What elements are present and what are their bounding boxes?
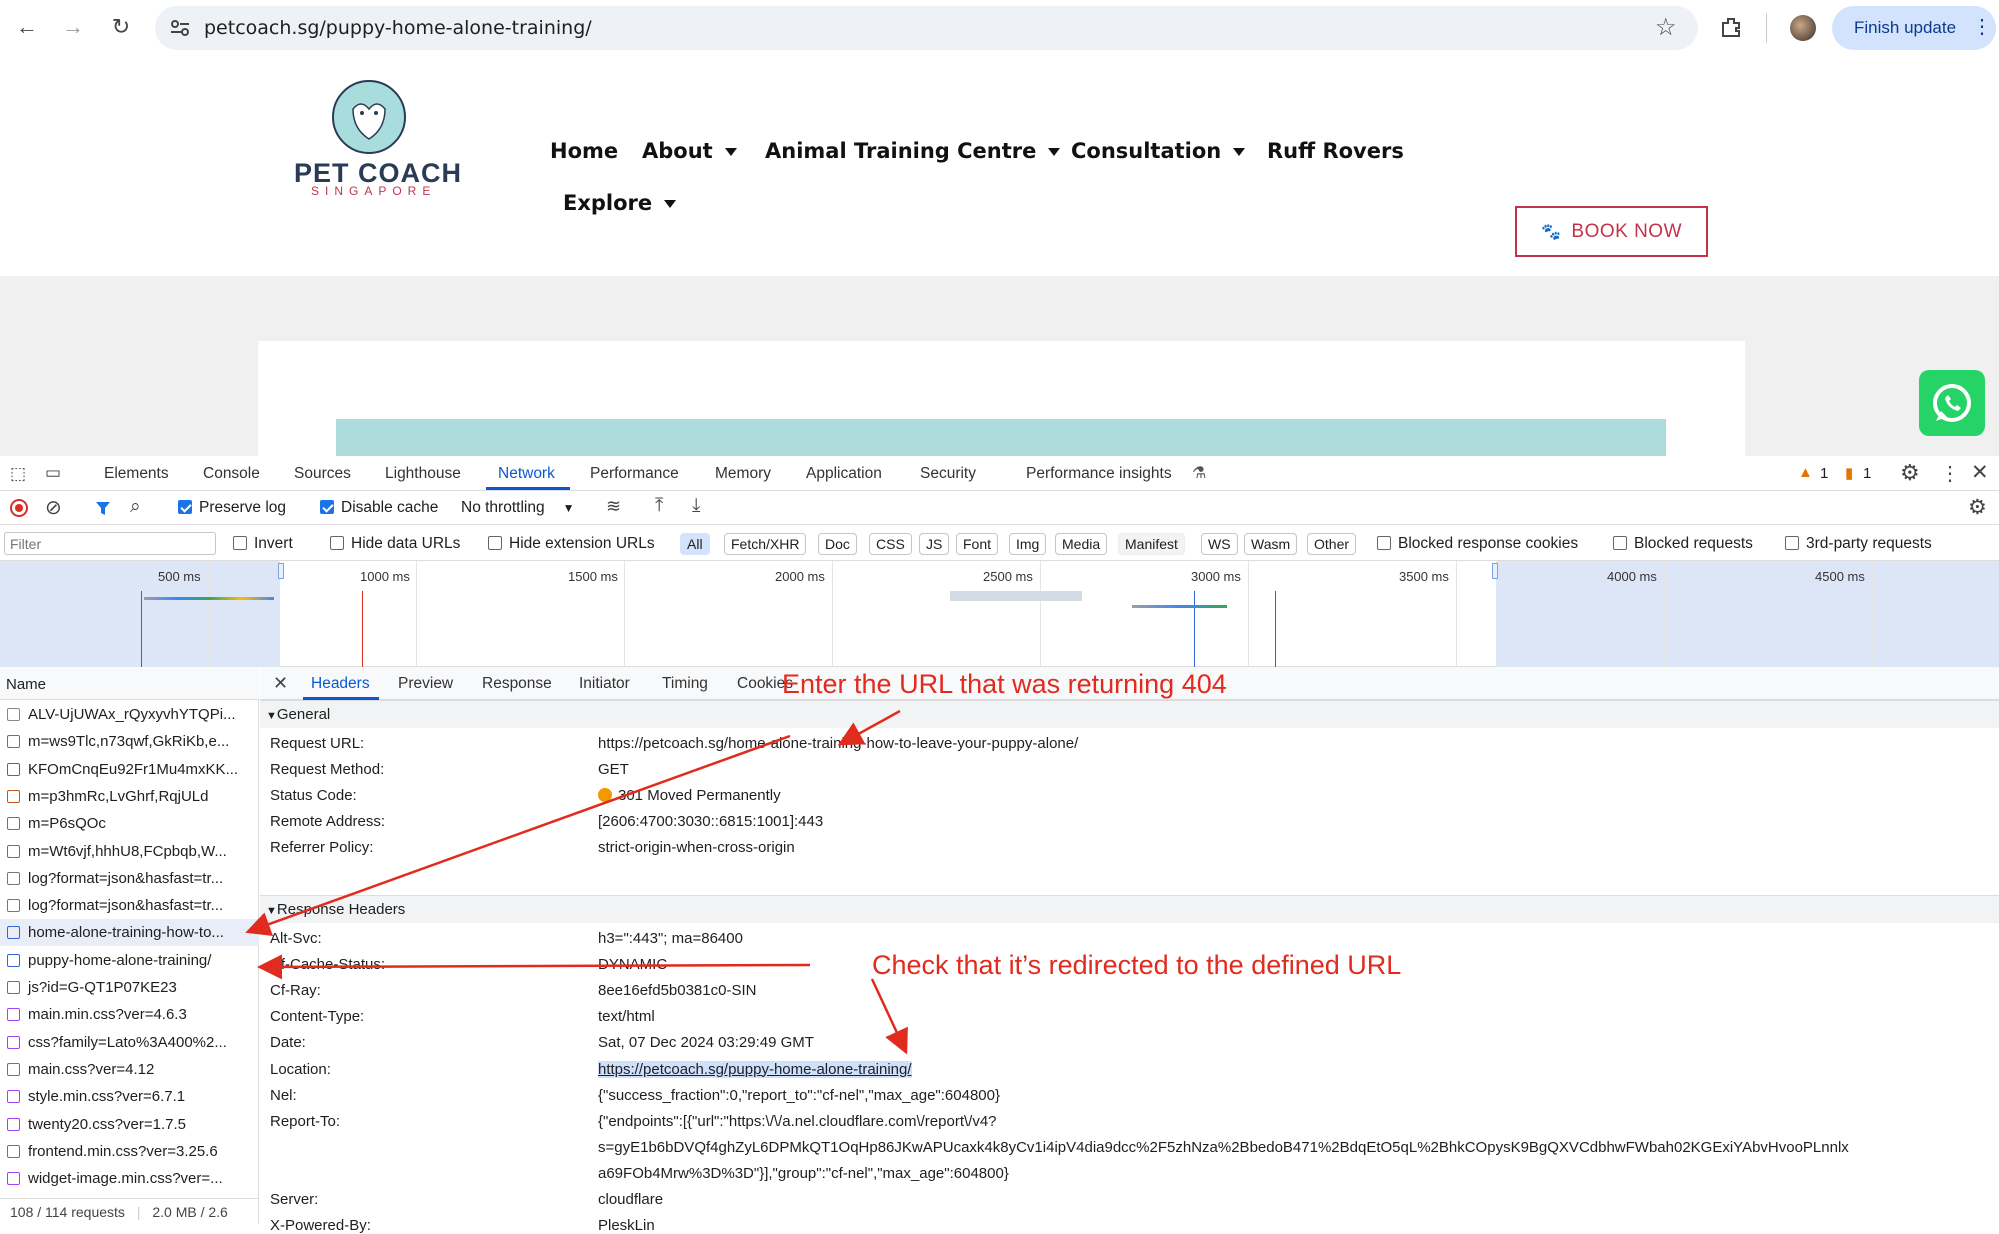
address-url[interactable]: petcoach.sg/puppy-home-alone-training/ bbox=[204, 17, 592, 39]
menu-consultation-label: Consultation bbox=[1071, 139, 1222, 163]
arrow-to-request-url bbox=[837, 709, 901, 746]
extensions-icon[interactable] bbox=[1719, 15, 1743, 39]
caret-down-icon bbox=[664, 200, 677, 208]
content-card bbox=[258, 341, 1745, 456]
browser-chrome: ← → ↻ petcoach.sg/puppy-home-alone-train… bbox=[0, 0, 1999, 56]
menu-home-label: Home bbox=[550, 139, 619, 163]
site-settings-icon[interactable] bbox=[170, 19, 190, 37]
address-bar[interactable]: petcoach.sg/puppy-home-alone-training/ ☆ bbox=[155, 6, 1698, 50]
menu-ruff-rovers-label: Ruff Rovers bbox=[1267, 139, 1404, 163]
menu-home[interactable]: Home bbox=[550, 139, 618, 163]
menu-animal-training-label: Animal Training Centre bbox=[765, 139, 1037, 163]
annotation-arrows bbox=[245, 709, 908, 1055]
logo-subtext: SINGAPORE bbox=[311, 184, 437, 198]
finish-update-button[interactable]: Finish update ⋮ bbox=[1832, 6, 1996, 50]
teal-banner bbox=[336, 419, 1666, 456]
caret-down-icon bbox=[724, 148, 737, 156]
pet-coach-logo-icon[interactable] bbox=[331, 79, 407, 155]
site-header: PET COACH SINGAPORE Home About Animal Tr… bbox=[0, 56, 1999, 276]
menu-explore-label: Explore bbox=[563, 191, 653, 215]
more-icon[interactable]: ⋮ bbox=[1972, 14, 1992, 39]
menu-consultation[interactable]: Consultation bbox=[1071, 139, 1246, 163]
whatsapp-button[interactable] bbox=[1919, 370, 1985, 436]
menu-animal-training-centre[interactable]: Animal Training Centre bbox=[765, 139, 1061, 163]
toolbar-divider bbox=[1766, 13, 1767, 43]
book-now-label: BOOK NOW bbox=[1571, 220, 1683, 242]
book-now-button[interactable]: 🐾 BOOK NOW bbox=[1515, 206, 1708, 257]
whatsapp-icon bbox=[1933, 384, 1971, 422]
menu-about-label: About bbox=[642, 139, 713, 163]
menu-explore[interactable]: Explore bbox=[563, 191, 677, 215]
finish-update-label: Finish update bbox=[1854, 18, 1957, 37]
back-icon[interactable]: ← bbox=[10, 10, 44, 44]
annotation-enter-url: Enter the URL that was returning 404 bbox=[782, 669, 1227, 699]
site-body bbox=[0, 276, 1999, 456]
caret-down-icon bbox=[1048, 148, 1061, 156]
arrow-to-new-url bbox=[257, 954, 811, 980]
menu-about[interactable]: About bbox=[642, 139, 737, 163]
devtools-panel: ⬚ ▭ Elements Console Sources Lighthouse … bbox=[0, 456, 1999, 1234]
caret-down-icon bbox=[1233, 148, 1246, 156]
bookmark-star-icon[interactable]: ☆ bbox=[1655, 13, 1677, 42]
reload-icon[interactable]: ↻ bbox=[104, 10, 138, 44]
profile-avatar[interactable] bbox=[1790, 15, 1816, 41]
arrow-to-location bbox=[870, 978, 908, 1055]
forward-icon[interactable]: → bbox=[56, 10, 90, 44]
menu-ruff-rovers[interactable]: Ruff Rovers bbox=[1267, 139, 1404, 163]
arrow-to-old-url bbox=[245, 734, 791, 936]
annotation-check-redirect: Check that it’s redirected to the define… bbox=[872, 950, 1402, 980]
paw-icon: 🐾 bbox=[1540, 223, 1562, 241]
